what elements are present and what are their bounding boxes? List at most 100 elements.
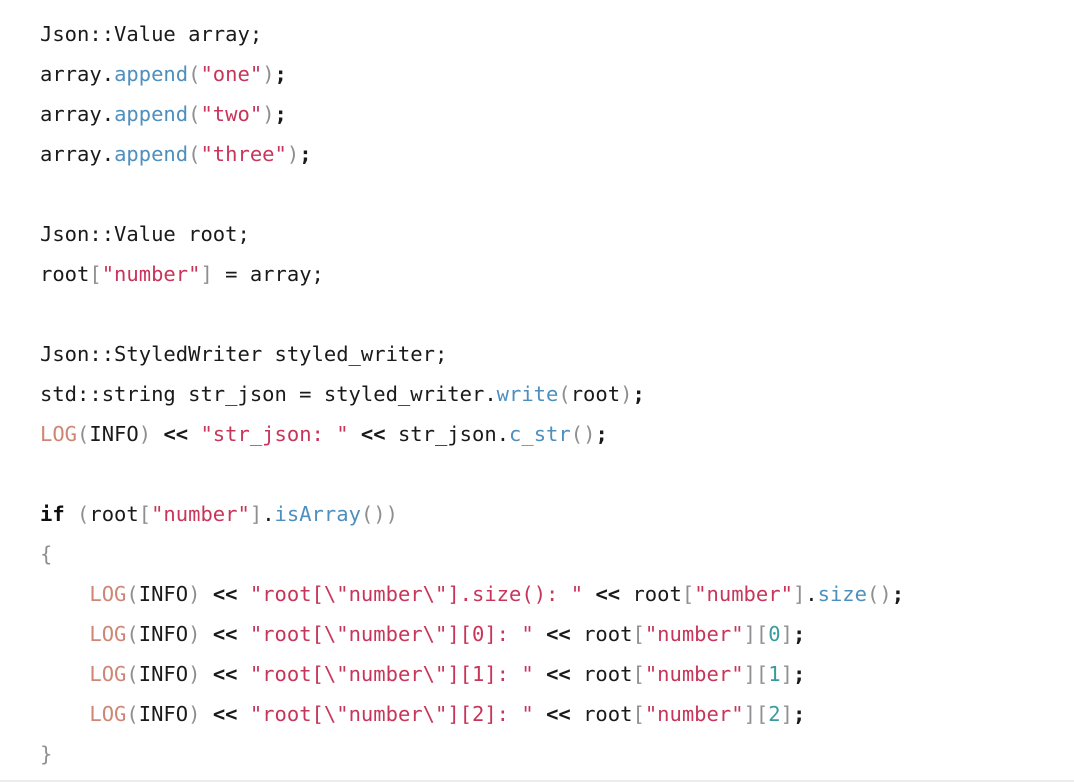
code-token-string: "root[\"number\"].size(): " [249, 582, 584, 606]
code-token-punct: ) [385, 502, 398, 526]
code-token-punct: ] [249, 502, 263, 526]
code-token-fn: c_str [509, 422, 571, 446]
code-token-plain: . [262, 502, 275, 526]
code-token-op: << [595, 582, 621, 606]
code-token-fn: append [114, 62, 189, 86]
code-token-punct: ) [188, 622, 201, 646]
code-token-punct: ) [583, 422, 596, 446]
code-token-punct: ) [138, 422, 152, 446]
code-token-op: << [360, 422, 386, 446]
code-token-punct: ] [780, 702, 793, 726]
code-token-punct: ] [780, 622, 793, 646]
code-token-macro: LOG [89, 582, 127, 606]
code-token-plain: root [620, 582, 682, 606]
code-token-punct: ( [867, 582, 880, 606]
code-token-op: ; [274, 62, 287, 86]
code-token-plain: array. [40, 62, 115, 86]
code-token-plain: INFO [138, 702, 189, 726]
code-token-punct: ( [126, 662, 139, 686]
code-line: LOG(INFO) << "root[\"number\"].size(): "… [0, 574, 1074, 614]
code-token-punct: ) [620, 382, 633, 406]
code-token-op: << [546, 622, 571, 646]
code-line: array.append("three"); [0, 134, 1074, 174]
code-line: array.append("two"); [0, 94, 1074, 134]
code-token-plain: root [40, 262, 90, 286]
code-line: } [0, 734, 1074, 774]
code-token-fn: isArray [274, 502, 361, 526]
code-token-op: << [163, 422, 189, 446]
code-line: LOG(INFO) << "root[\"number\"][2]: " << … [0, 694, 1074, 734]
code-token-plain: std::string str_json = styled_writer. [40, 382, 497, 406]
code-token-punct: ] [743, 662, 756, 686]
code-token-plain: INFO [89, 422, 139, 446]
code-token-punct: ] [792, 582, 806, 606]
code-token-punct: [ [89, 262, 102, 286]
code-token-string: "number" [101, 262, 201, 286]
code-token-plain: Json::StyledWriter styled_writer; [40, 342, 448, 366]
code-token-punct: ( [360, 502, 374, 526]
code-token-punct: ] [743, 622, 756, 646]
code-line: array.append("one"); [0, 54, 1074, 94]
code-token-punct: ( [126, 582, 139, 606]
code-token-op: << [212, 662, 238, 686]
code-token-punct: ( [126, 622, 139, 646]
code-token-op: ; [792, 662, 806, 686]
code-line: LOG(INFO) << "root[\"number\"][1]: " << … [0, 654, 1074, 694]
code-line: LOG(INFO) << "str_json: " << str_json.c_… [0, 414, 1074, 454]
code-token-plain: root [570, 382, 621, 406]
code-token-op: << [212, 582, 238, 606]
code-line: if (root["number"].isArray()) [0, 494, 1074, 534]
code-token-op: ; [632, 382, 645, 406]
code-token-punct: ) [262, 62, 275, 86]
code-token-plain: INFO [138, 622, 189, 646]
code-token-plain: root [89, 502, 139, 526]
code-token-punct: [ [632, 662, 645, 686]
code-token-punct: [ [755, 702, 769, 726]
code-token-plain: INFO [138, 662, 189, 686]
code-line: Json::StyledWriter styled_writer; [0, 334, 1074, 374]
code-token-plain: array. [40, 142, 115, 166]
code-line: { [0, 534, 1074, 574]
code-token-op: ; [792, 622, 806, 646]
code-token-punct: ( [188, 142, 201, 166]
code-token-punct: ( [77, 502, 90, 526]
code-token-punct: ) [879, 582, 892, 606]
code-token-string: "one" [200, 62, 263, 86]
code-token-punct: ( [188, 102, 201, 126]
code-token-macro: LOG [89, 702, 127, 726]
code-token-string: "number" [644, 622, 744, 646]
code-token-string: "str_json: " [200, 422, 349, 446]
code-token-punct: ( [126, 702, 139, 726]
code-token-punct: ) [286, 142, 300, 166]
code-token-plain: INFO [138, 582, 189, 606]
code-token-op: << [212, 702, 238, 726]
code-token-punct: ) [373, 502, 386, 526]
code-token-punct: ) [188, 702, 201, 726]
code-token-op: << [212, 622, 238, 646]
code-token-macro: LOG [40, 422, 78, 446]
code-token-plain: root [570, 702, 633, 726]
code-token-punct: ( [558, 382, 571, 406]
code-token-plain: root [570, 622, 633, 646]
code-token-punct: ] [743, 702, 756, 726]
code-token-punct: [ [632, 622, 645, 646]
code-token-number: 1 [768, 662, 781, 686]
code-token-punct: ( [188, 62, 201, 86]
code-token-punct: ) [188, 582, 201, 606]
code-snippet-block: Json::Value array; array.append("one"); ar… [0, 0, 1074, 782]
code-token-punct: [ [632, 702, 645, 726]
